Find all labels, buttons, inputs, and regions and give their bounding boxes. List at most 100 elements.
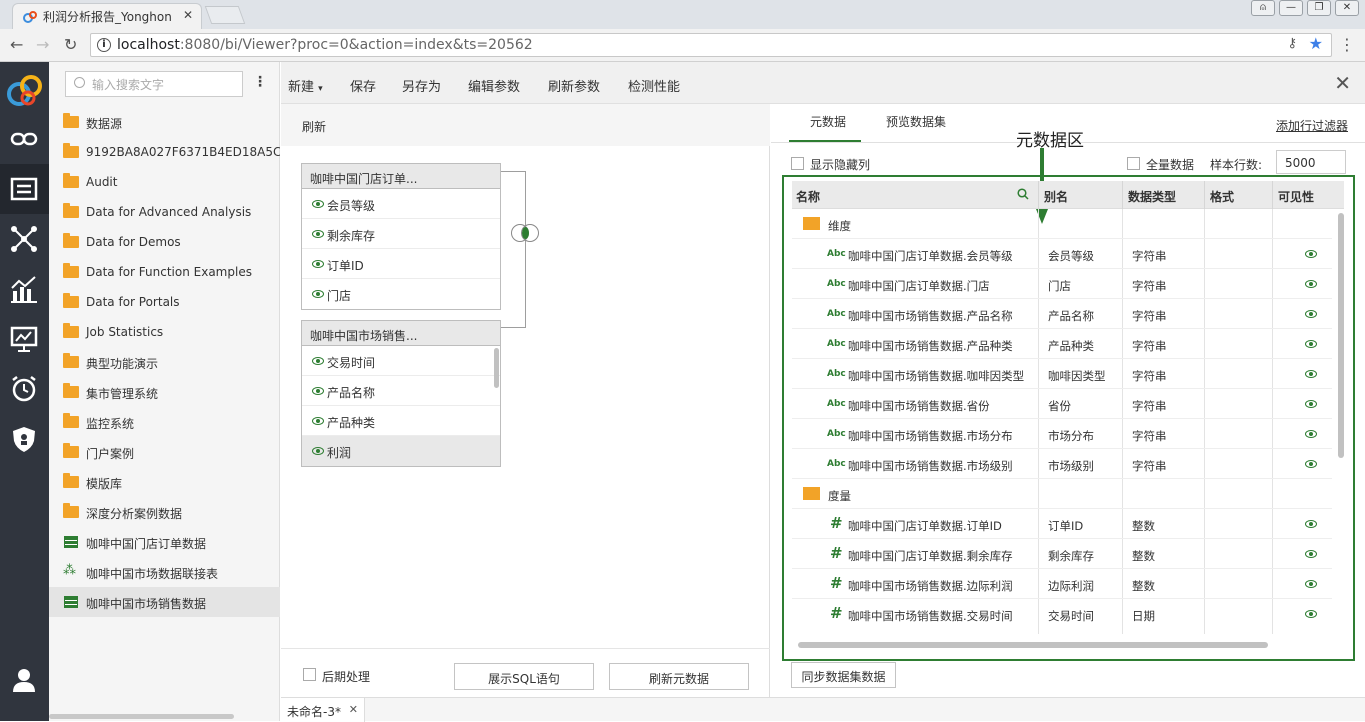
field-type[interactable]: 字符串 <box>1132 428 1167 444</box>
field-type[interactable]: 整数 <box>1132 578 1155 594</box>
tree-item[interactable]: 模版库 <box>49 467 280 497</box>
field-alias[interactable]: 省份 <box>1048 398 1071 414</box>
eye-icon[interactable] <box>312 447 324 455</box>
add-row-filter-link[interactable]: 添加行过滤器 <box>1276 117 1348 134</box>
eye-icon[interactable] <box>312 417 324 425</box>
refresh-metadata-button[interactable]: 刷新元数据 <box>609 663 749 690</box>
field-alias[interactable]: 会员等级 <box>1048 248 1094 264</box>
network-icon[interactable] <box>9 224 39 254</box>
field-alias[interactable]: 市场级别 <box>1048 458 1094 474</box>
table-field[interactable]: 订单ID <box>302 249 500 279</box>
field-type[interactable]: 字符串 <box>1132 308 1167 324</box>
search-input[interactable]: 输入搜索文字 <box>65 71 243 97</box>
forward-arrow-icon[interactable]: → <box>36 35 49 54</box>
table-field[interactable]: 门店 <box>302 279 500 309</box>
post-process-checkbox[interactable] <box>303 668 316 681</box>
eye-icon[interactable] <box>312 200 324 208</box>
table-card-title[interactable]: 咖啡中国门店订单... <box>302 164 500 189</box>
table-card-scrollbar[interactable] <box>494 348 499 388</box>
eye-icon[interactable] <box>312 387 324 395</box>
field-type[interactable]: 字符串 <box>1132 368 1167 384</box>
table-field[interactable]: 交易时间 <box>302 346 500 376</box>
tab-preview[interactable]: 预览数据集 <box>886 113 946 130</box>
sidebar-menu-icon[interactable]: ⋮ <box>253 74 267 90</box>
eye-icon[interactable] <box>1305 520 1317 528</box>
table-row[interactable]: Abc 咖啡中国市场销售数据.产品名称 产品名称 字符串 <box>792 299 1332 329</box>
eye-icon[interactable] <box>312 357 324 365</box>
field-type[interactable]: 整数 <box>1132 548 1155 564</box>
alarm-clock-icon[interactable] <box>9 374 39 404</box>
eye-icon[interactable] <box>1305 250 1317 258</box>
table-row[interactable]: # 咖啡中国门店订单数据.订单ID 订单ID 整数 <box>792 509 1332 539</box>
tree-item-selected[interactable]: 咖啡中国市场销售数据 <box>49 587 280 617</box>
table-field[interactable]: 剩余库存 <box>302 219 500 249</box>
field-alias[interactable]: 产品名称 <box>1048 308 1094 324</box>
field-type[interactable]: 字符串 <box>1132 248 1167 264</box>
bookmark-star-icon[interactable]: ★ <box>1309 34 1323 53</box>
browser-menu-icon[interactable]: ⋮ <box>1339 35 1355 54</box>
eye-icon[interactable] <box>1305 460 1317 468</box>
maximize-button[interactable]: ❐ <box>1307 0 1331 16</box>
save-as-button[interactable]: 另存为 <box>402 76 441 95</box>
check-performance-button[interactable]: 检测性能 <box>628 76 680 95</box>
field-alias[interactable]: 剩余库存 <box>1048 548 1094 564</box>
table-row[interactable]: Abc 咖啡中国市场销售数据.市场分布 市场分布 字符串 <box>792 419 1332 449</box>
group-row-dimension[interactable]: 维度 <box>792 209 1332 239</box>
field-type[interactable]: 字符串 <box>1132 338 1167 354</box>
eye-icon[interactable] <box>1305 310 1317 318</box>
field-alias[interactable]: 咖啡因类型 <box>1048 368 1106 384</box>
eye-icon[interactable] <box>1305 370 1317 378</box>
eye-icon[interactable] <box>1305 550 1317 558</box>
search-icon[interactable] <box>1017 188 1029 200</box>
eye-icon[interactable] <box>1305 430 1317 438</box>
tree-item[interactable]: Data for Demos <box>49 227 280 257</box>
table-field[interactable]: 会员等级 <box>302 189 500 219</box>
eye-icon[interactable] <box>1305 280 1317 288</box>
field-type[interactable]: 字符串 <box>1132 398 1167 414</box>
table-row[interactable]: Abc 咖啡中国门店订单数据.门店 门店 字符串 <box>792 269 1332 299</box>
url-input[interactable]: i localhost:8080/bi/Viewer?proc=0&action… <box>90 33 1332 57</box>
field-type[interactable]: 字符串 <box>1132 278 1167 294</box>
metadata-horizontal-scrollbar[interactable] <box>798 642 1268 648</box>
full-data-checkbox[interactable] <box>1127 157 1140 170</box>
table-field[interactable]: 产品种类 <box>302 406 500 436</box>
tree-item[interactable]: 咖啡中国门店订单数据 <box>49 527 280 557</box>
col-header-visibility[interactable]: 可见性 <box>1278 188 1314 205</box>
dashboard-icon[interactable] <box>9 324 39 354</box>
tree-item[interactable]: ⁂ 咖啡中国市场数据联接表 <box>49 557 280 587</box>
field-alias[interactable]: 边际利润 <box>1048 578 1094 594</box>
field-type[interactable]: 日期 <box>1132 608 1155 624</box>
eye-icon[interactable] <box>1305 340 1317 348</box>
sidebar-scrollbar[interactable] <box>49 714 234 719</box>
tab-close-icon[interactable]: ✕ <box>183 8 193 22</box>
sample-rows-input[interactable]: 5000 <box>1276 150 1346 174</box>
browser-tab[interactable]: 利润分析报告_Yonghon ✕ <box>12 3 202 29</box>
back-arrow-icon[interactable]: ← <box>10 35 23 54</box>
link-icon[interactable] <box>9 124 39 154</box>
user-icon[interactable] <box>9 665 39 695</box>
reload-icon[interactable]: ↻ <box>64 35 77 54</box>
info-icon[interactable]: i <box>97 38 111 52</box>
app-logo-icon[interactable] <box>6 70 44 110</box>
new-tab-button[interactable] <box>204 6 246 24</box>
tree-item[interactable]: Data for Advanced Analysis <box>49 197 280 227</box>
metadata-vertical-scrollbar[interactable] <box>1338 213 1344 458</box>
tree-item[interactable]: Data for Portals <box>49 287 280 317</box>
table-field[interactable]: 产品名称 <box>302 376 500 406</box>
key-icon[interactable]: ⚷ <box>1287 36 1297 51</box>
edit-params-button[interactable]: 编辑参数 <box>468 76 520 95</box>
tree-item[interactable]: 典型功能演示 <box>49 347 280 377</box>
show-hidden-checkbox[interactable] <box>791 157 804 170</box>
eye-icon[interactable] <box>312 290 324 298</box>
table-row[interactable]: Abc 咖啡中国市场销售数据.咖啡因类型 咖啡因类型 字符串 <box>792 359 1332 389</box>
chart-icon[interactable] <box>9 274 39 304</box>
shield-icon[interactable] <box>9 424 39 454</box>
col-header-type[interactable]: 数据类型 <box>1128 188 1176 205</box>
tree-item[interactable]: 数据源 <box>49 107 280 137</box>
eye-icon[interactable] <box>312 260 324 268</box>
eye-icon[interactable] <box>1305 580 1317 588</box>
field-alias[interactable]: 交易时间 <box>1048 608 1094 624</box>
table-row[interactable]: Abc 咖啡中国门店订单数据.会员等级 会员等级 字符串 <box>792 239 1332 269</box>
eye-icon[interactable] <box>312 230 324 238</box>
new-menu-button[interactable]: 新建 ▾ <box>288 76 323 95</box>
